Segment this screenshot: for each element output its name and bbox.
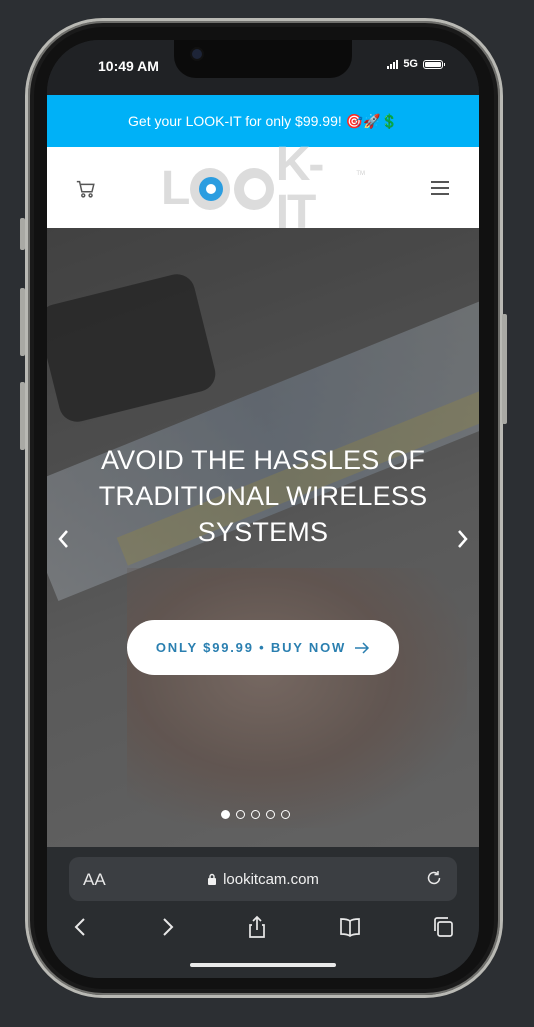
buy-now-label: ONLY $99.99 • BUY NOW [155, 640, 347, 655]
promo-text: Get your LOOK-IT for only $99.99! 🎯🚀💲 [128, 112, 398, 129]
logo-text-left: L [161, 162, 190, 215]
front-camera [192, 49, 202, 59]
lock-icon [208, 873, 217, 885]
slider-prev-arrow-icon[interactable] [55, 528, 73, 550]
share-icon[interactable] [245, 915, 269, 939]
forward-icon[interactable] [155, 915, 179, 939]
status-indicators: 5G [387, 58, 445, 70]
hero-title: AVOID THE HASSLES OF TRADITIONAL WIRELES… [98, 445, 428, 547]
status-bar: 10:49 AM 5G [47, 40, 479, 96]
phone-screen: 10:49 AM 5G Get your LOOK-IT for only $9… [47, 40, 479, 978]
status-time: 10:49 AM [98, 58, 159, 74]
cart-icon[interactable] [75, 178, 97, 200]
reload-icon[interactable] [425, 869, 443, 887]
power-button [502, 314, 507, 424]
buy-now-button[interactable]: ONLY $99.99 • BUY NOW [127, 620, 399, 675]
logo-o-icon [234, 168, 274, 210]
hero-slider: AVOID THE HASSLES OF TRADITIONAL WIRELES… [47, 228, 479, 847]
address-bar[interactable]: AA lookitcam.com [69, 857, 457, 901]
home-indicator[interactable] [190, 963, 336, 967]
signal-icon [387, 59, 399, 69]
slider-dot-3[interactable] [251, 810, 260, 819]
site-header: L K-IT TM [47, 141, 479, 237]
logo-text-right: K-IT [275, 138, 325, 239]
volume-up-button [20, 288, 25, 356]
slider-dot-1[interactable] [221, 810, 230, 819]
slider-next-arrow-icon[interactable] [453, 528, 471, 550]
safari-bottom-bar: AA lookitcam.com [47, 847, 479, 978]
tabs-icon[interactable] [431, 915, 455, 939]
volume-down-button [20, 382, 25, 450]
logo-lens-icon [190, 168, 231, 210]
browser-toolbar [47, 915, 479, 945]
slider-dot-2[interactable] [236, 810, 245, 819]
arrow-right-icon [355, 641, 370, 654]
hamburger-menu-icon[interactable] [431, 181, 449, 195]
url-text: lookitcam.com [223, 870, 319, 888]
look-it-logo[interactable]: L K-IT TM [161, 141, 365, 237]
logo-trademark: TM [356, 171, 365, 177]
back-icon[interactable] [69, 915, 93, 939]
notch [174, 40, 352, 78]
action-button [20, 218, 25, 250]
network-label: 5G [403, 58, 418, 70]
text-size-button[interactable]: AA [83, 870, 106, 890]
slider-dot-5[interactable] [281, 810, 290, 819]
promo-banner[interactable]: Get your LOOK-IT for only $99.99! 🎯🚀💲 [47, 95, 479, 147]
battery-icon [423, 59, 445, 69]
bookmarks-icon[interactable] [338, 915, 362, 939]
slider-dots [221, 810, 290, 819]
slider-dot-4[interactable] [266, 810, 275, 819]
